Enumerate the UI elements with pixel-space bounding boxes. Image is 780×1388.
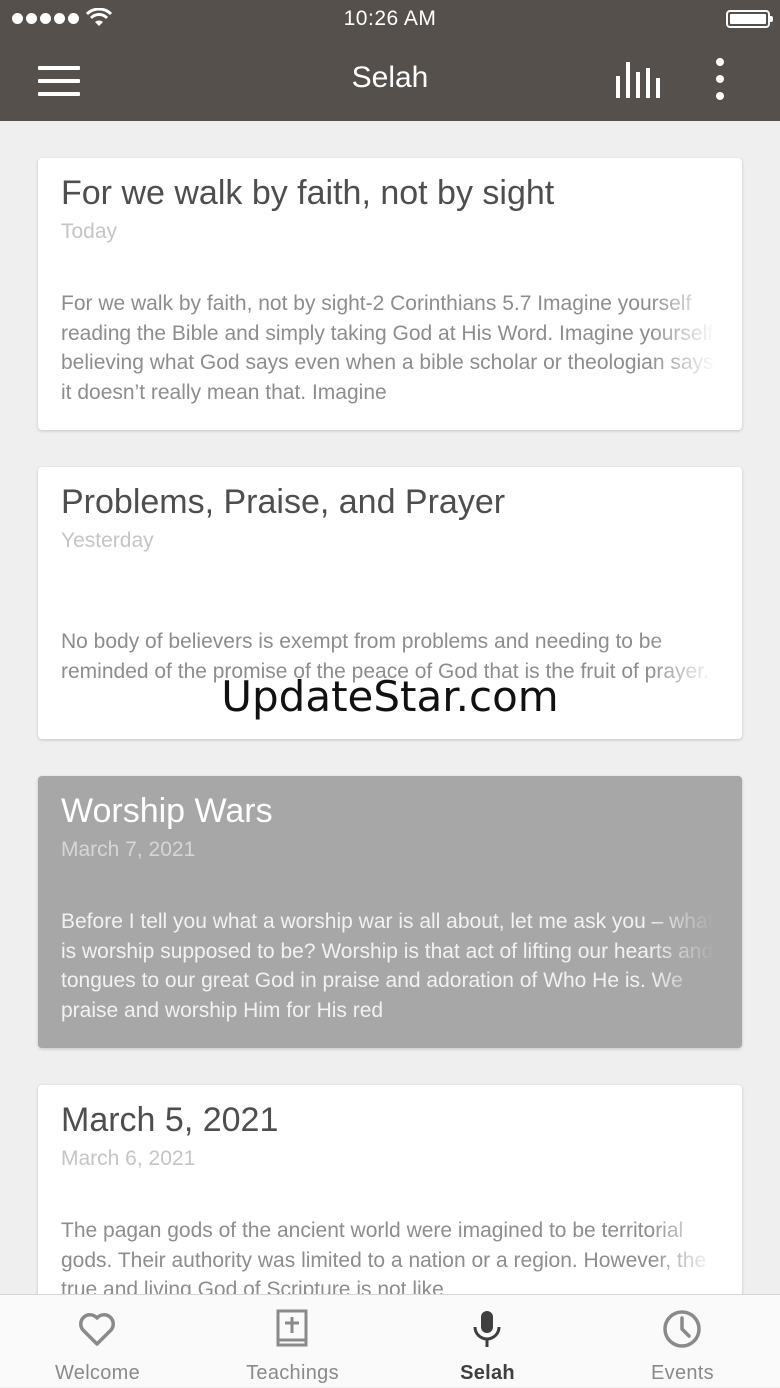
battery-icon <box>726 10 773 28</box>
tab-events[interactable]: Events <box>585 1295 780 1388</box>
audio-bars-icon[interactable] <box>614 62 662 98</box>
card-excerpt: Before I tell you what a worship war is … <box>61 910 714 1022</box>
tab-teachings[interactable]: Teachings <box>195 1295 390 1388</box>
app-bar: Selah <box>0 40 780 121</box>
more-options-icon[interactable] <box>712 58 728 100</box>
teaching-card[interactable]: For we walk by faith, not by sight Today… <box>38 158 742 430</box>
card-title: Problems, Praise, and Prayer <box>61 483 506 521</box>
heart-icon <box>79 1313 115 1346</box>
teaching-card[interactable]: March 5, 2021 March 6, 2021 The pagan go… <box>38 1085 742 1294</box>
tab-label: Events <box>651 1362 714 1384</box>
teaching-feed[interactable]: For we walk by faith, not by sight Today… <box>0 121 780 1294</box>
clock-icon <box>663 1310 701 1348</box>
status-bar: 10:26 AM <box>0 0 780 40</box>
card-excerpt: For we walk by faith, not by sight-2 Cor… <box>61 292 714 404</box>
microphone-icon <box>473 1311 501 1347</box>
card-date: Today <box>61 220 118 243</box>
tab-selah[interactable]: Selah <box>390 1295 585 1388</box>
status-time: 10:26 AM <box>343 7 437 30</box>
page-title: Selah <box>351 61 429 94</box>
teaching-card-selected[interactable]: Worship Wars March 7, 2021 Before I tell… <box>38 776 742 1048</box>
teaching-card[interactable]: Problems, Praise, and Prayer Yesterday N… <box>38 467 742 739</box>
card-title: March 5, 2021 <box>61 1101 279 1139</box>
card-excerpt: No body of believers is exempt from prob… <box>61 630 709 683</box>
tab-label: Welcome <box>54 1362 141 1384</box>
bottom-tab-bar: Welcome Teachings Selah Events <box>0 1294 780 1387</box>
card-date: March 7, 2021 <box>61 838 196 861</box>
tab-welcome[interactable]: Welcome <box>0 1295 195 1388</box>
card-title: Worship Wars <box>61 792 273 830</box>
card-title: For we walk by faith, not by sight <box>61 174 555 212</box>
card-excerpt: The pagan gods of the ancient world were… <box>61 1219 707 1294</box>
card-date: Yesterday <box>61 529 154 552</box>
bible-icon <box>276 1309 308 1347</box>
card-date: March 6, 2021 <box>61 1147 196 1170</box>
tab-label: Teachings <box>246 1362 339 1384</box>
tab-label: Selah <box>460 1362 515 1384</box>
